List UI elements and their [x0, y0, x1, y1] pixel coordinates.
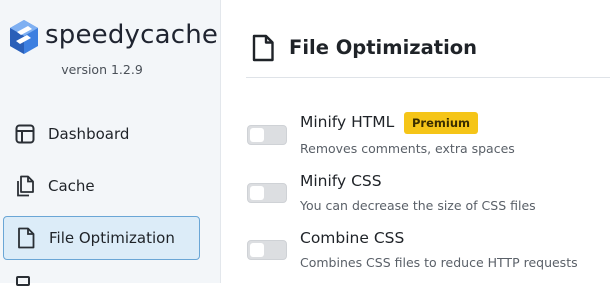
- file-icon: [15, 227, 37, 249]
- divider: [246, 77, 610, 78]
- page-title: File Optimization: [289, 36, 478, 59]
- files-icon: [14, 175, 36, 197]
- sidebar-item-next-icon[interactable]: [16, 276, 30, 286]
- sidebar-item-label: Cache: [48, 177, 95, 195]
- speedycache-logo-icon: [10, 20, 38, 54]
- premium-badge: Premium: [404, 112, 478, 134]
- minify-html-toggle[interactable]: [247, 125, 287, 145]
- sidebar-item-file-optimization[interactable]: File Optimization: [3, 216, 200, 260]
- minify-css-toggle[interactable]: [247, 183, 287, 203]
- brand-name: speedycache: [45, 20, 219, 50]
- toggle-knob: [250, 243, 264, 257]
- layout-icon: [14, 123, 36, 145]
- option-description: Combines CSS files to reduce HTTP reques…: [300, 255, 578, 270]
- toggle-knob: [250, 128, 264, 142]
- option-title: Minify CSS: [300, 172, 382, 190]
- main-panel: File Optimization Minify HTML Premium Re…: [221, 0, 610, 283]
- sidebar-item-label: Dashboard: [48, 125, 130, 143]
- option-description: You can decrease the size of CSS files: [300, 198, 536, 213]
- sidebar-item-label: File Optimization: [49, 229, 175, 247]
- option-title: Combine CSS: [300, 229, 405, 247]
- toggle-knob: [250, 186, 264, 200]
- sidebar-item-cache[interactable]: Cache: [3, 164, 200, 208]
- option-title: Minify HTML: [300, 113, 395, 131]
- version-label: version 1.2.9: [61, 62, 143, 77]
- file-icon: [252, 34, 274, 62]
- sidebar-item-dashboard[interactable]: Dashboard: [3, 112, 200, 156]
- combine-css-toggle[interactable]: [247, 240, 287, 260]
- sidebar: speedycache version 1.2.9 Dashboard Cach…: [0, 0, 221, 286]
- option-description: Removes comments, extra spaces: [300, 141, 515, 156]
